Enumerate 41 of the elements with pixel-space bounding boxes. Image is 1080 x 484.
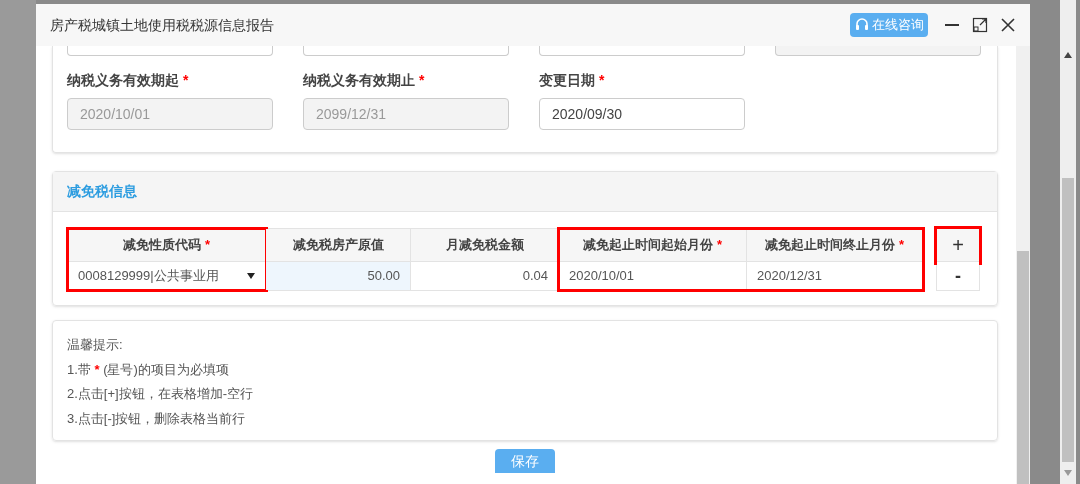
cell-text: 50.00 [367, 267, 400, 286]
section-title: 减免税信息 [67, 182, 137, 201]
scroll-thumb[interactable] [1017, 251, 1029, 484]
required-mark: * [716, 236, 723, 255]
cell-text: 0.04 [522, 267, 548, 286]
input-field[interactable] [303, 46, 509, 56]
required-mark: * [898, 236, 905, 255]
field-label: 变更日期 [539, 72, 595, 88]
header-text: 减免税房产原值 [292, 236, 384, 255]
headset-icon [854, 17, 870, 33]
header-text: 月减免税金额 [445, 236, 524, 255]
tip-text: 3.点击[-]按钮，删除表格当前行 [67, 409, 247, 428]
required-mark: * [599, 72, 605, 88]
page-scrollbar[interactable] [1060, 0, 1076, 484]
required-mark: * [183, 72, 189, 88]
up-arrow-icon[interactable] [1064, 52, 1072, 58]
cell-text: 2020/12/31 [757, 267, 823, 286]
header-text: 减免起止时间起始月份 [582, 236, 713, 255]
input-field[interactable] [67, 46, 273, 56]
required-mark: * [419, 72, 425, 88]
input-field[interactable] [775, 46, 981, 56]
add-row-button[interactable]: + [937, 229, 979, 262]
cell-text: 0008129999|公共事业用 [78, 267, 219, 286]
tip-text: 2.点击[+]按钮，在表格增加-空行 [67, 385, 254, 403]
header-text: 减免性质代码 [122, 236, 201, 255]
scroll-thumb[interactable] [1062, 178, 1074, 462]
date-field[interactable]: 2020/09/30 [539, 98, 745, 130]
header-text: 减免起止时间终止月份 [764, 236, 895, 255]
field-label: 纳税义务有效期起 [67, 72, 179, 88]
input-field[interactable] [539, 46, 745, 56]
close-icon[interactable] [1000, 17, 1016, 33]
scrollbar[interactable] [1016, 46, 1030, 484]
maximize-icon[interactable] [972, 17, 988, 33]
tips-title: 温馨提示: [67, 336, 124, 354]
tip-text: 1.带 * (星号)的项目为必填项 [67, 360, 230, 379]
field-label: 纳税义务有效期止 [303, 72, 415, 88]
cell-text: 2020/10/01 [569, 267, 635, 286]
required-mark: * [204, 236, 211, 255]
down-arrow-icon[interactable] [1064, 470, 1072, 476]
caret-icon [247, 272, 255, 280]
window-title: 房产税城镇土地使用税税源信息报告 [50, 15, 275, 35]
